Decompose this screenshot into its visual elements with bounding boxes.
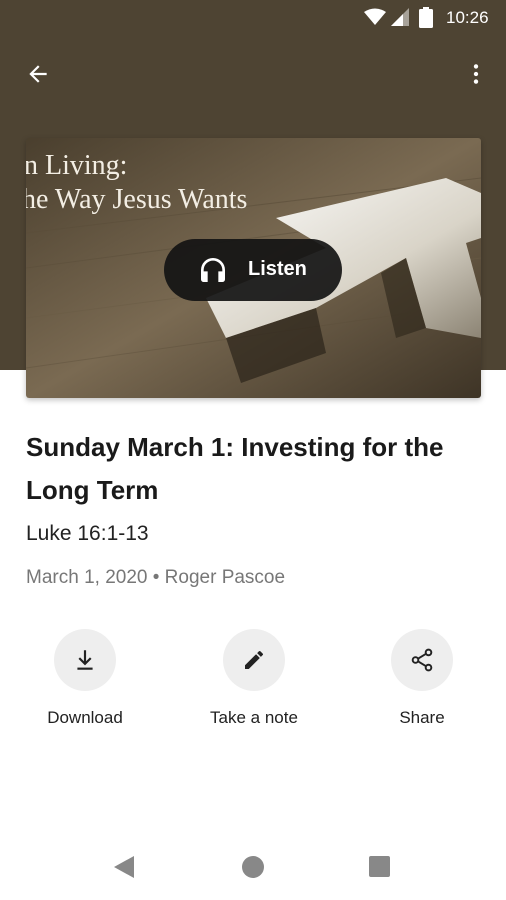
download-icon — [77, 650, 93, 670]
take-note-label: Take a note — [210, 708, 298, 727]
listen-label: Listen — [248, 258, 307, 280]
take-note-button[interactable]: Take a note — [184, 629, 324, 728]
more-options-button[interactable] — [456, 54, 496, 94]
sermon-meta: March 1, 2020 • Roger Pascoe — [26, 567, 286, 588]
nav-back-icon[interactable] — [112, 854, 136, 880]
battery-icon — [419, 7, 433, 28]
share-icon — [411, 648, 433, 672]
nav-recents-icon[interactable] — [369, 856, 390, 877]
sermon-title: Sunday March 1: Investing for the Long T… — [26, 432, 444, 505]
listen-button[interactable]: Listen — [164, 239, 342, 301]
signal-icon — [391, 8, 409, 26]
share-button[interactable]: Share — [352, 629, 492, 728]
download-button[interactable]: Download — [15, 629, 155, 728]
pencil-icon — [245, 650, 264, 669]
arrow-back-icon — [29, 65, 47, 83]
share-icon-circle[interactable] — [391, 629, 453, 691]
download-label: Download — [47, 708, 123, 727]
scripture-reference: Luke 16:1-13 — [26, 522, 149, 545]
more-vert-icon — [473, 64, 479, 84]
artwork-text-line2: he Way Jesus Wants — [26, 184, 248, 215]
status-bar: 10:26 — [0, 0, 506, 36]
nav-home-icon[interactable] — [242, 856, 264, 878]
android-nav-bar — [0, 838, 506, 900]
take-note-icon-circle[interactable] — [223, 629, 285, 691]
wifi-icon — [364, 8, 386, 25]
headphones-icon — [201, 258, 225, 282]
status-time: 10:26 — [446, 8, 489, 27]
share-label: Share — [399, 708, 445, 727]
back-button[interactable] — [18, 54, 58, 94]
download-icon-circle[interactable] — [54, 629, 116, 691]
artwork-text-line1: n Living: — [26, 150, 128, 181]
